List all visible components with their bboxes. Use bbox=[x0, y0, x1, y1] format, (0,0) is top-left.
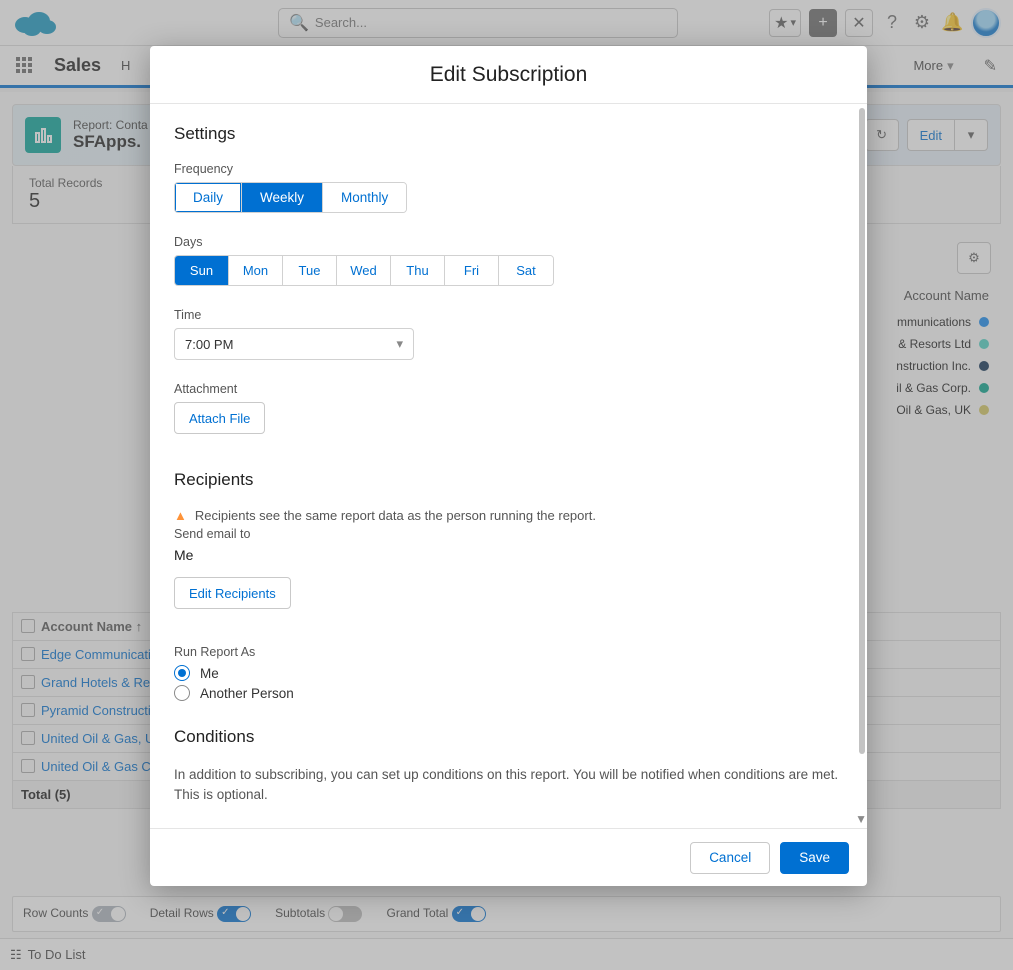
day-option-sat[interactable]: Sat bbox=[499, 256, 553, 285]
chevron-down-icon: ▾ bbox=[396, 336, 403, 352]
scroll-down-icon[interactable]: ▼ bbox=[855, 812, 867, 826]
time-value: 7:00 PM bbox=[185, 337, 233, 352]
send-email-label: Send email to bbox=[174, 527, 847, 541]
days-label: Days bbox=[174, 235, 847, 249]
modal-footer: Cancel Save bbox=[150, 828, 867, 886]
day-option-sun[interactable]: Sun bbox=[175, 256, 229, 285]
radio-icon bbox=[174, 685, 190, 701]
conditions-heading: Conditions bbox=[174, 727, 847, 747]
time-select[interactable]: 7:00 PM ▾ bbox=[174, 328, 414, 360]
attachment-label: Attachment bbox=[174, 382, 847, 396]
send-email-value: Me bbox=[174, 547, 847, 563]
day-option-fri[interactable]: Fri bbox=[445, 256, 499, 285]
day-option-wed[interactable]: Wed bbox=[337, 256, 391, 285]
radio-icon bbox=[174, 665, 190, 681]
cancel-button[interactable]: Cancel bbox=[690, 842, 770, 874]
time-label: Time bbox=[174, 308, 847, 322]
day-option-tue[interactable]: Tue bbox=[283, 256, 337, 285]
recipients-heading: Recipients bbox=[174, 470, 847, 490]
modal-title: Edit Subscription bbox=[150, 46, 867, 104]
settings-heading: Settings bbox=[174, 124, 847, 144]
frequency-option-monthly[interactable]: Monthly bbox=[323, 183, 406, 212]
run-as-option-another[interactable]: Another Person bbox=[174, 685, 847, 701]
run-report-as-label: Run Report As bbox=[174, 645, 847, 659]
frequency-group: Daily Weekly Monthly bbox=[174, 182, 407, 213]
frequency-option-weekly[interactable]: Weekly bbox=[242, 183, 323, 212]
frequency-option-daily[interactable]: Daily bbox=[175, 183, 242, 212]
run-as-option-me[interactable]: Me bbox=[174, 665, 847, 681]
warning-icon: ▲ bbox=[174, 508, 187, 523]
attach-file-button[interactable]: Attach File bbox=[174, 402, 265, 434]
edit-subscription-modal: Edit Subscription Settings Frequency Dai… bbox=[150, 46, 867, 886]
frequency-label: Frequency bbox=[174, 162, 847, 176]
days-group: Sun Mon Tue Wed Thu Fri Sat bbox=[174, 255, 554, 286]
modal-scrollbar[interactable] bbox=[859, 108, 865, 810]
edit-recipients-button[interactable]: Edit Recipients bbox=[174, 577, 291, 609]
conditions-description: In addition to subscribing, you can set … bbox=[174, 765, 847, 804]
day-option-thu[interactable]: Thu bbox=[391, 256, 445, 285]
day-option-mon[interactable]: Mon bbox=[229, 256, 283, 285]
save-button[interactable]: Save bbox=[780, 842, 849, 874]
recipients-warning-text: Recipients see the same report data as t… bbox=[195, 508, 596, 523]
